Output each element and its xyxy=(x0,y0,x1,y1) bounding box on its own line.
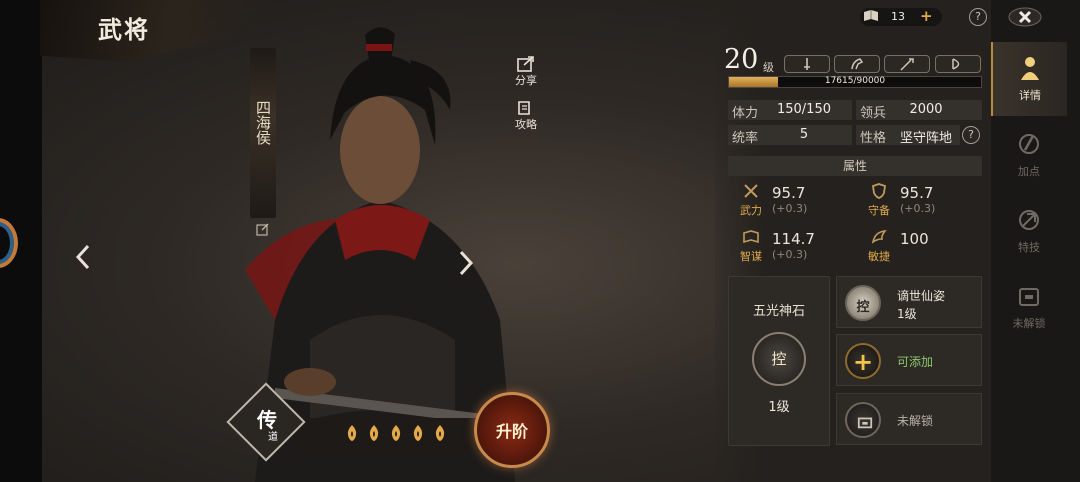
star-rating xyxy=(343,424,449,442)
hero-level-unit: 级 xyxy=(763,61,774,74)
stat-stamina: 体力 150/150 xyxy=(728,100,852,121)
attributes-header: 属性 xyxy=(728,156,982,176)
share-label: 分享 xyxy=(515,74,537,87)
plus-icon: + xyxy=(852,348,874,376)
currency-value: 13 xyxy=(891,10,905,23)
exp-progress-bar: 17615/90000 xyxy=(728,76,982,88)
equip-slot-horse[interactable] xyxy=(834,55,880,73)
add-skill-icon: + xyxy=(845,343,881,379)
sword-icon xyxy=(804,58,810,70)
tab-add-points[interactable]: 加点 xyxy=(991,118,1067,192)
skill-control-icon: 控 xyxy=(845,285,881,321)
bow-icon xyxy=(952,58,960,70)
upgrade-label: 升阶 xyxy=(495,422,528,441)
attr-intellect-bonus: (+0.3) xyxy=(772,248,808,261)
stat-troops-label: 领兵 xyxy=(860,106,887,121)
tab-add-points-label: 加点 xyxy=(1018,165,1040,178)
add-points-icon xyxy=(1019,134,1039,154)
chuandao-main-text: 传 xyxy=(257,408,277,432)
exp-text: 17615/90000 xyxy=(824,76,886,86)
tab-details-label: 详情 xyxy=(1019,89,1041,102)
book-currency-icon xyxy=(864,10,878,21)
flame-star-icon xyxy=(413,425,423,441)
spear-icon xyxy=(900,58,914,71)
attr-agility: 100 敏捷 xyxy=(856,224,966,266)
hero-title-text: 四海侯 xyxy=(254,100,272,145)
attr-force: 95.7 武力 (+0.3) xyxy=(728,178,838,220)
page-title: 武将 xyxy=(98,15,150,44)
stat-command-value: 5 xyxy=(799,127,809,142)
skill-slot-2[interactable]: + 可添加 xyxy=(836,334,982,386)
equip-slot-spear[interactable] xyxy=(884,55,930,73)
attr-defense-name: 守备 xyxy=(868,204,890,217)
tab-details[interactable]: 详情 xyxy=(991,42,1067,116)
game-screen: 武将 四海侯 分享 攻略 传 道 升阶 13 + ? 20 级 17615/90… xyxy=(0,0,1080,482)
stat-stamina-label: 体力 xyxy=(732,106,759,121)
flame-star-icon xyxy=(435,425,445,441)
chuandao-sub-text: 道 xyxy=(268,432,278,443)
edit-icon[interactable] xyxy=(256,222,270,236)
attr-defense-value: 95.7 xyxy=(900,184,934,202)
divine-stone-title: 五光神石 xyxy=(752,304,805,319)
attr-intellect-value: 114.7 xyxy=(772,230,815,248)
attr-agility-value: 100 xyxy=(900,230,929,248)
guide-icon xyxy=(518,101,530,115)
stat-troops-value: 2000 xyxy=(909,102,943,117)
flame-star-icon xyxy=(347,425,357,441)
book-icon xyxy=(743,230,759,244)
tab-locked-label: 未解锁 xyxy=(1012,317,1046,330)
attributes-grid: 95.7 武力 (+0.3) 95.7 守备 (+0.3) 114.7 智谋 (… xyxy=(728,176,982,268)
shield-icon xyxy=(872,183,886,199)
stat-command: 统率 5 xyxy=(728,125,852,146)
attr-force-bonus: (+0.3) xyxy=(772,202,808,215)
tab-special-skill-label: 特技 xyxy=(1018,241,1040,254)
attr-force-value: 95.7 xyxy=(772,184,806,202)
share-button[interactable]: 分享 xyxy=(506,54,546,94)
attr-intellect-name: 智谋 xyxy=(740,250,762,263)
stat-nature-label: 性格 xyxy=(860,131,887,146)
skill-slot-3[interactable]: 未解锁 xyxy=(836,393,982,445)
prev-hero-arrow-icon[interactable] xyxy=(72,242,94,272)
currency-add-button[interactable]: + xyxy=(920,7,933,25)
tab-special-skill[interactable]: 特技 xyxy=(991,194,1067,268)
tab-locked[interactable]: 未解锁 xyxy=(991,270,1067,344)
share-icon xyxy=(517,56,534,72)
stat-troops: 领兵 2000 xyxy=(856,100,982,121)
crossed-swords-icon xyxy=(744,184,758,198)
next-hero-arrow-icon[interactable] xyxy=(455,248,477,278)
wing-icon xyxy=(871,230,887,244)
attr-force-name: 武力 xyxy=(740,204,762,217)
lock-icon xyxy=(1019,288,1039,306)
flame-star-icon xyxy=(369,425,379,441)
close-icon[interactable] xyxy=(1008,6,1042,28)
equip-slot-bow[interactable] xyxy=(935,55,981,73)
lock-icon xyxy=(845,402,881,438)
skill-locked-status: 未解锁 xyxy=(897,414,934,428)
skill-level: 1级 xyxy=(897,307,917,321)
stat-stamina-value: 150/150 xyxy=(776,102,831,117)
stat-nature-value: 坚守阵地 xyxy=(899,131,952,146)
divine-stone-char: 控 xyxy=(771,350,787,368)
help-top-icon[interactable]: ? xyxy=(969,8,987,26)
flame-star-icon xyxy=(391,425,401,441)
nature-help-icon[interactable]: ? xyxy=(962,126,980,144)
special-skill-icon xyxy=(1019,210,1039,230)
stat-command-label: 统率 xyxy=(732,131,759,146)
guide-label: 攻略 xyxy=(515,118,537,131)
skill-addable-status: 可添加 xyxy=(897,355,934,369)
skill-slot-1[interactable]: 控 谪世仙姿 1级 xyxy=(836,276,982,328)
attr-defense-bonus: (+0.3) xyxy=(900,202,936,215)
equip-slot-weapon[interactable] xyxy=(784,55,830,73)
hero-level: 20 xyxy=(724,44,759,75)
horse-icon xyxy=(851,58,864,70)
stat-nature: 性格 坚守阵地 xyxy=(856,125,960,146)
skill-control-char: 控 xyxy=(856,300,870,315)
attr-agility-name: 敏捷 xyxy=(868,250,890,263)
attr-defense: 95.7 守备 (+0.3) xyxy=(856,178,966,220)
divine-stone-level: 1级 xyxy=(768,400,790,415)
guide-button[interactable]: 攻略 xyxy=(506,98,546,138)
hero-details-icon xyxy=(1021,57,1039,80)
skill-name: 谪世仙姿 xyxy=(897,289,946,303)
attr-intellect: 114.7 智谋 (+0.3) xyxy=(728,224,838,266)
